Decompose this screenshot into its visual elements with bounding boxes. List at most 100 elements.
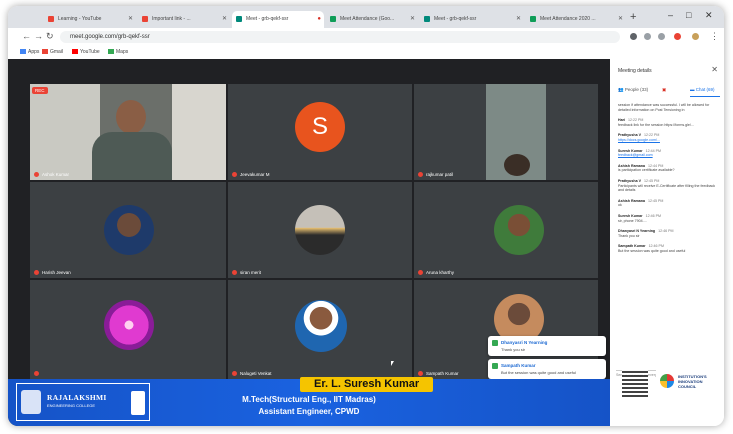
browser-tab-bar: Learning - YouTube ✕ Important link - ..… xyxy=(8,6,724,28)
close-icon[interactable]: ✕ xyxy=(516,11,521,28)
tab-chat[interactable]: ▬ Chat (69) xyxy=(690,87,715,92)
speaker-banner: RAJALAKSHMI ENGINEERING COLLEGE Er. L. S… xyxy=(8,377,610,426)
address-bar-row: ← → ↻ meet.google.com/grb-qekf-ssr ⋮ xyxy=(8,28,724,47)
forward-arrow-icon[interactable]: → xyxy=(34,31,43,41)
mic-off-icon xyxy=(34,172,39,177)
participant-name: Sampath Kumar xyxy=(418,371,459,376)
bookmark-youtube[interactable]: YouTube xyxy=(72,49,100,55)
apps-grid-icon xyxy=(20,49,26,55)
recording-badge: REC xyxy=(32,87,48,94)
chat-link[interactable]: https://docs.google.com/... xyxy=(618,138,718,143)
menu-icon[interactable]: ⋮ xyxy=(710,31,719,42)
close-icon[interactable]: ✕ xyxy=(128,11,133,28)
mic-off-icon xyxy=(232,270,237,275)
screenshot-frame: Learning - YouTube ✕ Important link - ..… xyxy=(8,6,724,426)
chat-message: Ashish Ramana 12:45 PM ok xyxy=(618,198,664,208)
maximize-button[interactable]: □ xyxy=(686,10,691,20)
star-icon[interactable] xyxy=(658,33,665,40)
chat-messages: session if attendance was successful. I … xyxy=(618,103,718,259)
close-icon[interactable]: ✕ xyxy=(222,11,227,28)
participant-photo xyxy=(295,205,345,255)
participant-tile[interactable]: S Jeevakumar M xyxy=(228,84,412,180)
chat-icon xyxy=(492,363,498,369)
close-icon[interactable]: ✕ xyxy=(618,11,623,28)
sheets-icon xyxy=(530,16,536,22)
browser-tab[interactable]: Meet - grb-qekf-ssr ✕ xyxy=(420,11,524,28)
participant-body xyxy=(92,132,172,180)
mic-off-icon xyxy=(232,172,237,177)
browser-tab[interactable]: Meet Attendance (Goo... ✕ xyxy=(326,11,418,28)
attendance-icon[interactable]: ▣ xyxy=(662,87,666,93)
chat-message: Suresh Kumar 12:46 PM sir, phone 7904.... xyxy=(618,213,661,223)
participant-tile[interactable]: siran merit xyxy=(228,182,412,278)
qr-code xyxy=(622,369,648,397)
browser-tab[interactable]: Important link - ... ✕ xyxy=(138,11,230,28)
bookmark-maps[interactable]: Maps xyxy=(108,49,128,55)
reload-icon[interactable]: ↻ xyxy=(46,31,54,42)
browser-tab-active[interactable]: Meet - grb-qekf-ssr ● xyxy=(232,11,324,28)
meet-icon xyxy=(236,16,242,22)
chat-message: Prathyusha V 12:45 PM Participants will re… xyxy=(618,178,716,193)
participant-tile[interactable] xyxy=(30,280,226,379)
chat-link[interactable]: feedback@gmail.com xyxy=(618,153,718,158)
chat-message: Dhanyasri N Yearning 12:46 PM Thank you si… xyxy=(618,229,674,238)
chat-toast[interactable]: Sampath Kumar But the session was quite … xyxy=(488,359,606,379)
participant-tile[interactable]: Harish Jeevan xyxy=(30,182,226,278)
participant-name: rajkumar patil xyxy=(418,172,453,177)
extension-icon[interactable] xyxy=(674,33,681,40)
participant-photo xyxy=(295,300,347,352)
mouse-cursor xyxy=(391,361,394,366)
browser-tab[interactable]: Meet Attendance 2020 ... ✕ xyxy=(526,11,626,28)
close-icon[interactable]: ✕ xyxy=(711,65,718,74)
mic-off-icon xyxy=(418,371,423,376)
meet-icon xyxy=(424,16,430,22)
mic-off-icon xyxy=(34,270,39,275)
chat-icon xyxy=(492,340,498,346)
recording-dot-icon: ● xyxy=(317,16,321,22)
chat-message: Ashish Ramana 12:44 PM is participation ce… xyxy=(618,163,675,173)
mic-off-icon xyxy=(34,371,39,376)
chat-icon: ▬ xyxy=(690,87,695,92)
url-field[interactable]: meet.google.com/grb-qekf-ssr xyxy=(60,31,620,43)
camera-icon[interactable] xyxy=(630,33,637,40)
sheets-icon xyxy=(330,16,336,22)
profile-avatar[interactable] xyxy=(692,33,699,40)
zoom-icon[interactable] xyxy=(644,33,651,40)
background-window xyxy=(30,84,100,180)
participant-tile[interactable]: Aruna kharthy xyxy=(414,182,598,278)
bookmark-apps[interactable]: Apps xyxy=(20,49,39,55)
speaker-designation: Assistant Engineer, CPWD xyxy=(258,407,360,416)
gmail-icon xyxy=(142,16,148,22)
participant-name: Ashok Kumar xyxy=(34,172,69,177)
back-arrow-icon[interactable]: ← xyxy=(22,31,31,41)
new-tab-button[interactable]: + xyxy=(630,11,636,23)
speaker-name: Er. L. Suresh Kumar xyxy=(300,377,434,392)
participant-name: Aruna kharthy xyxy=(418,270,454,275)
mic-off-icon xyxy=(232,371,237,376)
minimize-button[interactable]: – xyxy=(668,10,673,20)
participant-name: Harish Jeevan xyxy=(34,270,71,275)
panel-title: Meeting details xyxy=(618,68,652,74)
background-wall xyxy=(172,84,226,180)
chat-message: Suresh Kumar 12:44 PM feedback@gmail.com xyxy=(618,149,718,158)
tab-people[interactable]: 👥 People (33) xyxy=(618,87,648,93)
participant-name: siran merit xyxy=(232,270,261,275)
mic-off-icon xyxy=(418,172,423,177)
youtube-icon xyxy=(72,49,78,55)
maps-icon xyxy=(108,49,114,55)
participant-tile[interactable]: REC Ashok Kumar xyxy=(30,84,226,180)
chat-toast[interactable]: Dhanyasri N Yearning Thank you sir xyxy=(488,336,606,356)
participant-tile[interactable]: Nalugeti Venkat xyxy=(228,280,412,379)
close-window-button[interactable]: ✕ xyxy=(705,10,713,21)
bookmark-gmail[interactable]: Gmail xyxy=(42,49,63,55)
gmail-icon xyxy=(42,49,48,55)
participant-photo xyxy=(104,205,154,255)
chat-message: session if attendance was successful. I … xyxy=(618,103,710,112)
browser-tab[interactable]: Learning - YouTube ✕ xyxy=(44,11,136,28)
participant-tile[interactable]: rajkumar patil xyxy=(414,84,598,180)
chat-message: Prathyusha V 12:22 PM https://docs.google.… xyxy=(618,133,718,142)
participant-name: Jeevakumar M xyxy=(232,172,270,177)
youtube-icon xyxy=(48,16,54,22)
mic-off-icon xyxy=(418,270,423,275)
close-icon[interactable]: ✕ xyxy=(410,11,415,28)
